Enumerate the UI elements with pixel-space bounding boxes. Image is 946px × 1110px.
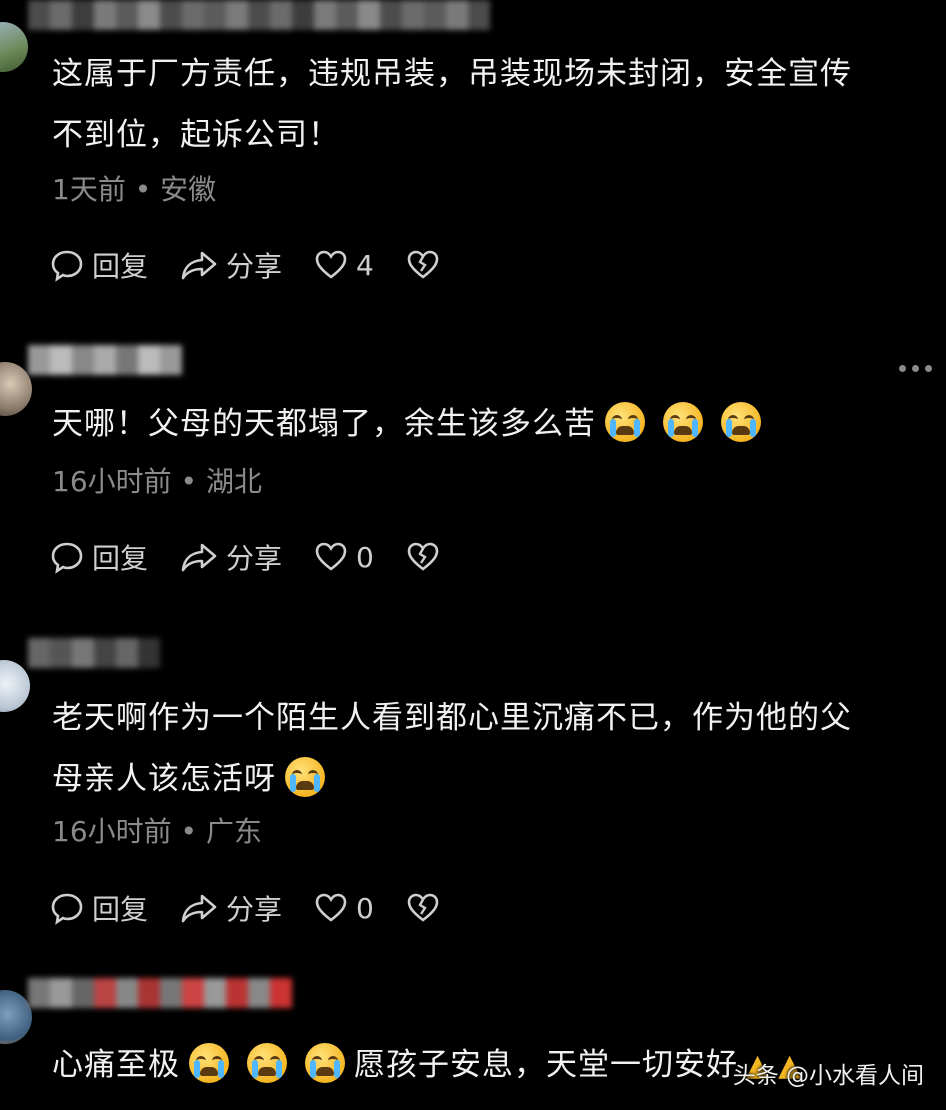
reply-label: 回复 — [92, 542, 149, 575]
comment-text-line: 母亲人该怎活呀 — [52, 761, 276, 797]
like-button[interactable]: 0 — [314, 891, 374, 925]
share-label: 分享 — [226, 250, 283, 283]
broken-heart-icon — [407, 250, 439, 279]
crying-face-emoji — [247, 1043, 287, 1083]
comment-actions: 回复 分享 0 — [50, 888, 480, 928]
comment-text: 老天啊作为一个陌生人看到都心里沉痛不已，作为他的父 母亲人该怎活呀 — [52, 688, 916, 810]
reply-button[interactable]: 回复 — [50, 888, 148, 928]
share-button[interactable]: 分享 — [180, 888, 282, 928]
crying-face-emoji — [305, 1043, 345, 1083]
comment-text-line: 这属于厂方责任，违规吊装，吊装现场未封闭，安全宣传 — [52, 56, 852, 92]
comment-actions: 回复 分享 4 — [50, 245, 480, 285]
comment-text: 天哪！父母的天都塌了，余生该多么苦 — [52, 394, 916, 455]
like-button[interactable]: 4 — [314, 248, 374, 282]
comment-text-line: 不到位，起诉公司！ — [52, 117, 340, 153]
like-count: 0 — [356, 540, 374, 574]
reply-button[interactable]: 回复 — [50, 245, 148, 285]
share-arrow-icon — [181, 894, 217, 923]
username-blurred[interactable] — [28, 978, 292, 1008]
heart-icon — [315, 250, 347, 279]
like-count: 0 — [356, 891, 374, 925]
comment-text-line: 心痛至极 — [52, 1047, 180, 1083]
heart-icon — [315, 542, 347, 571]
reply-label: 回复 — [92, 250, 149, 283]
dislike-button[interactable] — [406, 540, 448, 574]
comment-text-line: 愿孩子安息，天堂一切安好 — [354, 1047, 738, 1083]
reply-button[interactable]: 回复 — [50, 537, 148, 577]
crying-face-emoji — [285, 757, 325, 797]
crying-face-emoji — [605, 402, 645, 442]
username-blurred[interactable] — [28, 638, 160, 668]
more-dots-icon[interactable] — [899, 365, 932, 372]
username-blurred[interactable] — [28, 345, 182, 375]
broken-heart-icon — [407, 893, 439, 922]
comment-bubble-icon — [51, 893, 83, 925]
avatar[interactable] — [0, 660, 30, 712]
comment-text: 这属于厂方责任，违规吊装，吊装现场未封闭，安全宣传 不到位，起诉公司！ — [52, 44, 916, 166]
comment-text-line: 老天啊作为一个陌生人看到都心里沉痛不已，作为他的父 — [52, 700, 852, 736]
crying-face-emoji — [663, 402, 703, 442]
comment-bubble-icon — [51, 250, 83, 282]
crying-face-emoji — [721, 402, 761, 442]
reply-label: 回复 — [92, 893, 149, 926]
heart-icon — [315, 893, 347, 922]
crying-face-emoji — [189, 1043, 229, 1083]
comment-actions: 回复 分享 0 — [50, 537, 480, 577]
comment-bubble-icon — [51, 542, 83, 574]
broken-heart-icon — [407, 542, 439, 571]
username-blurred[interactable] — [28, 0, 490, 30]
comment-meta: 16小时前 • 广东 — [52, 815, 262, 848]
comment-text-line: 天哪！父母的天都塌了，余生该多么苦 — [52, 406, 596, 442]
share-label: 分享 — [226, 542, 283, 575]
like-button[interactable]: 0 — [314, 540, 374, 574]
share-arrow-icon — [181, 251, 217, 280]
comment-meta: 16小时前 • 湖北 — [52, 465, 262, 498]
dislike-button[interactable] — [406, 248, 448, 282]
share-arrow-icon — [181, 543, 217, 572]
share-button[interactable]: 分享 — [180, 245, 282, 285]
share-button[interactable]: 分享 — [180, 537, 282, 577]
dislike-button[interactable] — [406, 891, 448, 925]
avatar[interactable] — [0, 22, 28, 72]
like-count: 4 — [356, 248, 374, 282]
share-label: 分享 — [226, 893, 283, 926]
watermark: 头条 @小水看人间 — [732, 1063, 924, 1089]
comment-meta: 1天前 • 安徽 — [52, 173, 217, 206]
